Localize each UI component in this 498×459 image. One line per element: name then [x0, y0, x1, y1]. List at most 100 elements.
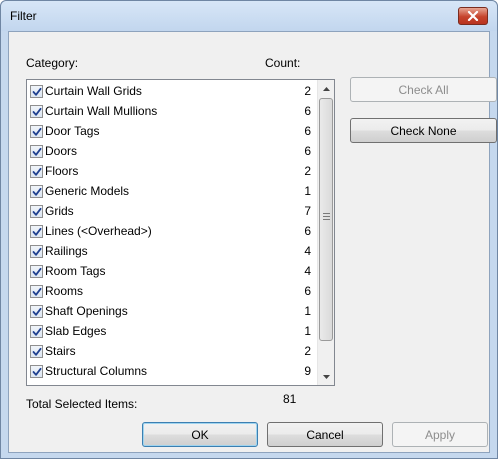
close-icon: [467, 11, 479, 21]
item-checkbox[interactable]: [30, 85, 43, 98]
item-label: Railings: [45, 244, 88, 258]
scroll-up-arrow-icon: [323, 86, 330, 91]
list-item[interactable]: Curtain Wall Mullions 6: [27, 101, 318, 121]
list-item[interactable]: Rooms 6: [27, 281, 318, 301]
list-item[interactable]: Views 1: [27, 381, 318, 386]
title-bar[interactable]: Filter: [1, 1, 497, 31]
total-selected-value: 81: [283, 392, 297, 406]
item-checkbox[interactable]: [30, 185, 43, 198]
list-item[interactable]: Room Tags 4: [27, 261, 318, 281]
checkmark-icon: [32, 327, 42, 336]
item-count: 4: [304, 244, 311, 258]
checkmark-icon: [32, 367, 42, 376]
checkmark-icon: [32, 147, 42, 156]
item-label: Views: [45, 384, 77, 385]
item-label: Door Tags: [45, 124, 100, 138]
item-label: Generic Models: [45, 184, 130, 198]
list-item[interactable]: Door Tags 6: [27, 121, 318, 141]
item-count: 6: [304, 104, 311, 118]
item-count: 2: [304, 84, 311, 98]
category-rows: Curtain Wall Grids 2 Curtain Wall Mullions…: [27, 81, 318, 386]
cancel-button[interactable]: Cancel: [267, 422, 383, 447]
item-label: Structural Columns: [45, 364, 148, 378]
total-selected-label: Total Selected Items:: [26, 397, 138, 411]
check-none-button[interactable]: Check None: [350, 118, 497, 143]
item-checkbox[interactable]: [30, 365, 43, 378]
item-checkbox[interactable]: [30, 385, 43, 386]
checkmark-icon: [32, 307, 42, 316]
item-label: Room Tags: [45, 264, 106, 278]
list-item[interactable]: Lines (<Overhead>) 6: [27, 221, 318, 241]
close-button[interactable]: [458, 7, 488, 25]
item-count: 6: [304, 124, 311, 138]
check-all-button[interactable]: Check All: [350, 77, 497, 102]
item-checkbox[interactable]: [30, 105, 43, 118]
checkmark-icon: [32, 127, 42, 136]
item-checkbox[interactable]: [30, 345, 43, 358]
item-label: Shaft Openings: [45, 304, 128, 318]
scroll-up-button[interactable]: [318, 80, 334, 97]
checkmark-icon: [32, 87, 42, 96]
item-count: 2: [304, 164, 311, 178]
checkmark-icon: [32, 347, 42, 356]
item-checkbox[interactable]: [30, 225, 43, 238]
list-item[interactable]: Structural Columns 9: [27, 361, 318, 381]
item-count: 6: [304, 284, 311, 298]
item-count: 1: [304, 384, 311, 385]
item-count: 1: [304, 324, 311, 338]
count-header: Count:: [265, 56, 301, 70]
list-item[interactable]: Curtain Wall Grids 2: [27, 81, 318, 101]
category-header: Category:: [26, 56, 79, 70]
checkmark-icon: [32, 287, 42, 296]
vertical-scrollbar[interactable]: [317, 80, 334, 385]
item-checkbox[interactable]: [30, 305, 43, 318]
item-checkbox[interactable]: [30, 325, 43, 338]
item-label: Lines (<Overhead>): [45, 224, 152, 238]
item-label: Grids: [45, 204, 74, 218]
category-list[interactable]: Curtain Wall Grids 2 Curtain Wall Mullions…: [26, 79, 335, 386]
item-label: Doors: [45, 144, 78, 158]
item-checkbox[interactable]: [30, 205, 43, 218]
item-checkbox[interactable]: [30, 245, 43, 258]
item-count: 9: [304, 364, 311, 378]
item-label: Curtain Wall Mullions: [45, 104, 158, 118]
apply-button[interactable]: Apply: [392, 422, 488, 447]
item-count: 1: [304, 184, 311, 198]
item-count: 6: [304, 144, 311, 158]
item-checkbox[interactable]: [30, 145, 43, 158]
list-item[interactable]: Stairs 2: [27, 341, 318, 361]
list-item[interactable]: Doors 6: [27, 141, 318, 161]
item-checkbox[interactable]: [30, 165, 43, 178]
item-count: 7: [304, 204, 311, 218]
checkmark-icon: [32, 187, 42, 196]
item-checkbox[interactable]: [30, 265, 43, 278]
scroll-down-button[interactable]: [318, 368, 334, 385]
item-count: 4: [304, 264, 311, 278]
item-label: Curtain Wall Grids: [45, 84, 142, 98]
list-item[interactable]: Floors 2: [27, 161, 318, 181]
list-item[interactable]: Slab Edges 1: [27, 321, 318, 341]
ok-button[interactable]: OK: [142, 422, 258, 447]
item-count: 2: [304, 344, 311, 358]
scroll-thumb[interactable]: [319, 98, 333, 341]
list-item[interactable]: Railings 4: [27, 241, 318, 261]
dialog-body: Category: Count: Curtain Wall Grids 2 Curt…: [8, 31, 497, 453]
item-checkbox[interactable]: [30, 125, 43, 138]
scroll-down-arrow-icon: [323, 374, 330, 379]
checkmark-icon: [32, 247, 42, 256]
item-checkbox[interactable]: [30, 285, 43, 298]
item-count: 6: [304, 224, 311, 238]
list-item[interactable]: Generic Models 1: [27, 181, 318, 201]
checkmark-icon: [32, 167, 42, 176]
checkmark-icon: [32, 267, 42, 276]
item-label: Slab Edges: [45, 324, 107, 338]
list-item[interactable]: Grids 7: [27, 201, 318, 221]
checkmark-icon: [32, 207, 42, 216]
checkmark-icon: [32, 107, 42, 116]
item-label: Stairs: [45, 344, 76, 358]
filter-dialog: Filter Category: Count: Curtain Wall Gri…: [0, 0, 498, 459]
checkmark-icon: [32, 227, 42, 236]
list-item[interactable]: Shaft Openings 1: [27, 301, 318, 321]
item-label: Floors: [45, 164, 79, 178]
window-title: Filter: [10, 9, 37, 23]
